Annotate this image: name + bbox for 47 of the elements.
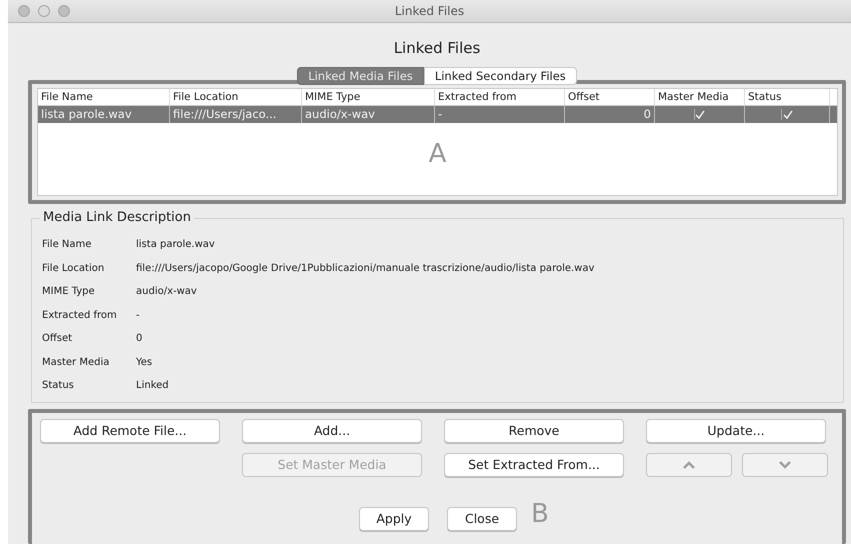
field-label: Extracted from xyxy=(42,310,118,321)
chevron-up-icon xyxy=(683,460,695,468)
close-button[interactable] xyxy=(18,5,30,17)
table-row[interactable]: lista parole.wav file:///Users/jaco... audio/x-wav - 0 xyxy=(38,106,837,123)
column-header[interactable]: Status xyxy=(745,89,830,105)
checkbox[interactable] xyxy=(781,109,793,120)
field-value: Linked xyxy=(136,380,169,392)
zoom-button[interactable] xyxy=(58,5,70,17)
field-label: File Location xyxy=(42,262,106,274)
field-value: Yes xyxy=(136,356,152,368)
window-title: Linked Files xyxy=(394,4,464,18)
panel-title: Media Link Description xyxy=(40,210,194,225)
annotation-letter: A xyxy=(428,139,446,169)
field-value: audio/x-wav xyxy=(136,286,197,298)
field-label: Offset xyxy=(42,333,74,344)
tab[interactable]: Linked Secondary Files xyxy=(424,67,577,85)
table-cell: file:///Users/jaco... xyxy=(170,106,302,123)
minimize-button[interactable] xyxy=(38,5,50,17)
column-header[interactable]: File Name xyxy=(38,89,170,105)
field-value: file:///Users/jacopo/Google Drive/1Pubblicazioni/manuale trascrizione/audio/lista parole.wav xyxy=(136,262,594,274)
action-button[interactable]: Remove xyxy=(444,418,624,442)
table-cell: 0 xyxy=(565,106,655,123)
table-cell: audio/x-wav xyxy=(302,106,435,123)
field-label: Status xyxy=(42,380,75,392)
annotation-letter: B xyxy=(531,498,549,528)
column-header[interactable]: Extracted from xyxy=(435,89,565,105)
field-value: lista parole.wav xyxy=(136,239,215,250)
action-button[interactable]: Update... xyxy=(646,418,826,442)
field-label: MIME Type xyxy=(42,286,96,298)
field-value: - xyxy=(136,310,140,321)
checkbox[interactable] xyxy=(694,109,706,120)
field-label: Master Media xyxy=(42,356,110,368)
dialog-button[interactable]: Close xyxy=(447,506,517,530)
chevron-down-icon xyxy=(779,460,791,468)
field-label: File Name xyxy=(42,239,92,250)
action-button[interactable]: Add... xyxy=(242,418,422,442)
column-header[interactable]: MIME Type xyxy=(302,89,435,105)
action-button[interactable]: Set Extracted From... xyxy=(444,452,624,476)
action-button[interactable]: Add Remote File... xyxy=(40,418,220,442)
table-cell: - xyxy=(435,106,565,123)
column-header[interactable]: Offset xyxy=(565,89,655,105)
dialog-heading: Linked Files xyxy=(394,39,480,57)
dialog-button[interactable]: Apply xyxy=(359,506,429,530)
column-header[interactable]: File Location xyxy=(170,89,302,105)
column-header[interactable]: Master Media xyxy=(655,89,745,105)
table-cell: lista parole.wav xyxy=(38,106,170,123)
field-value: 0 xyxy=(136,333,142,344)
